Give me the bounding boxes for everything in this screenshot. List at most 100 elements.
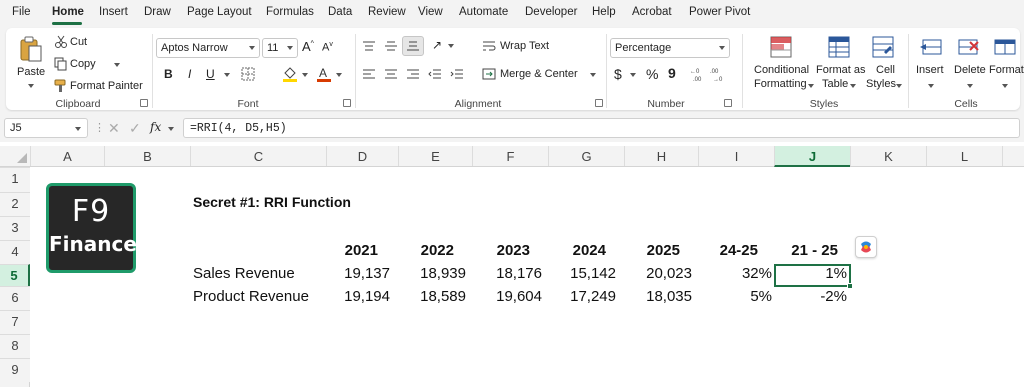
chevron-down-icon[interactable] — [168, 127, 174, 131]
header-2023[interactable]: 2023 — [472, 242, 530, 259]
quick-analysis-button[interactable] — [855, 236, 877, 258]
currency-dropdown-icon[interactable] — [630, 73, 636, 77]
clipboard-launcher-icon[interactable] — [140, 99, 148, 107]
tab-acrobat[interactable]: Acrobat — [632, 6, 672, 18]
row-header-8[interactable]: 8 — [0, 334, 30, 358]
tab-page-layout[interactable]: Page Layout — [187, 6, 252, 18]
cut-button[interactable]: Cut — [70, 36, 87, 48]
column-header-j[interactable]: J — [774, 146, 850, 167]
tab-formulas[interactable]: Formulas — [266, 6, 314, 18]
row-header-9[interactable]: 9 — [0, 358, 30, 382]
orientation-icon[interactable]: ↗ — [432, 38, 442, 52]
tab-power-pivot[interactable]: Power Pivot — [689, 6, 750, 18]
header-2022[interactable]: 2022 — [398, 242, 454, 259]
font-launcher-icon[interactable] — [343, 99, 351, 107]
header-21-25[interactable]: 21 - 25 — [774, 242, 838, 259]
column-header-k[interactable]: K — [850, 146, 926, 166]
cell-d6[interactable]: 19,194 — [326, 288, 390, 305]
cell-f5[interactable]: 18,176 — [472, 265, 542, 282]
enter-icon[interactable]: ✓ — [129, 120, 141, 137]
column-header-b[interactable]: B — [104, 146, 190, 166]
column-header-e[interactable]: E — [398, 146, 472, 166]
increase-font-size-icon[interactable]: A^ — [302, 39, 314, 54]
underline-dropdown-icon[interactable] — [224, 73, 230, 77]
align-bottom-button[interactable] — [402, 36, 424, 56]
cell-e5[interactable]: 18,939 — [398, 265, 466, 282]
tab-insert[interactable]: Insert — [99, 6, 128, 18]
increase-indent-icon[interactable] — [450, 68, 464, 80]
cell-i5[interactable]: 32% — [698, 265, 772, 282]
alignment-launcher-icon[interactable] — [595, 99, 603, 107]
percent-style-button[interactable]: % — [646, 66, 658, 82]
format-as-table-button[interactable]: Format as Table — [816, 32, 866, 94]
align-center-icon[interactable] — [384, 68, 398, 80]
name-box[interactable]: J5 — [4, 118, 88, 138]
column-header-h[interactable]: H — [624, 146, 698, 166]
align-middle-icon[interactable] — [384, 40, 398, 52]
cancel-icon[interactable]: ✕ — [108, 120, 120, 137]
sheet-title[interactable]: Secret #1: RRI Function — [193, 194, 351, 210]
tab-data[interactable]: Data — [328, 6, 352, 18]
font-color-dropdown-icon[interactable] — [336, 73, 342, 77]
tab-help[interactable]: Help — [592, 6, 616, 18]
wrap-text-button[interactable]: Wrap Text — [500, 40, 549, 52]
currency-format-button[interactable]: $ — [614, 66, 622, 82]
more-options-icon[interactable]: ⋮ — [94, 121, 105, 134]
copy-button[interactable]: Copy — [70, 58, 96, 70]
comma-style-button[interactable]: 9 — [668, 65, 676, 81]
tab-review[interactable]: Review — [368, 6, 406, 18]
borders-icon[interactable] — [240, 66, 256, 82]
tab-home[interactable]: Home — [52, 6, 84, 18]
decrease-decimal-icon[interactable]: .00→0 — [710, 66, 726, 82]
cell-d5[interactable]: 19,137 — [326, 265, 390, 282]
number-format-select[interactable]: Percentage — [610, 38, 730, 58]
cell-h5[interactable]: 20,023 — [624, 265, 692, 282]
align-top-icon[interactable] — [362, 40, 376, 52]
align-right-icon[interactable] — [406, 68, 420, 80]
header-2024[interactable]: 2024 — [548, 242, 606, 259]
column-header-a[interactable]: A — [30, 146, 104, 166]
tab-draw[interactable]: Draw — [144, 6, 171, 18]
cell-g5[interactable]: 15,142 — [548, 265, 616, 282]
fill-handle[interactable] — [847, 283, 853, 289]
cell-styles-button[interactable]: Cell Styles — [862, 32, 904, 94]
column-header-d[interactable]: D — [326, 146, 398, 166]
formula-input[interactable]: =RRI(4, D5,H5) — [183, 118, 1020, 138]
cell-h6[interactable]: 18,035 — [624, 288, 692, 305]
format-cells-button[interactable]: Format — [988, 32, 1024, 94]
italic-button[interactable]: I — [188, 67, 191, 81]
fill-color-dropdown-icon[interactable] — [302, 73, 308, 77]
conditional-formatting-button[interactable]: Conditional Formatting — [746, 32, 816, 94]
cell-j6[interactable]: -2% — [774, 288, 847, 305]
delete-cells-button[interactable]: Delete — [952, 32, 988, 94]
row-label-sales-revenue[interactable]: Sales Revenue — [193, 265, 295, 282]
cell-e6[interactable]: 18,589 — [398, 288, 466, 305]
f9-finance-logo[interactable]: F9 Finance — [46, 183, 137, 273]
row-header-4[interactable]: 4 — [0, 240, 30, 264]
row-header-6[interactable]: 6 — [0, 286, 30, 310]
orientation-dropdown-icon[interactable] — [448, 44, 454, 48]
column-header-c[interactable]: C — [190, 146, 326, 166]
decrease-indent-icon[interactable] — [428, 68, 442, 80]
tab-automate[interactable]: Automate — [459, 6, 508, 18]
tab-developer[interactable]: Developer — [525, 6, 577, 18]
number-launcher-icon[interactable] — [724, 99, 732, 107]
insert-cells-button[interactable]: Insert — [910, 32, 950, 94]
column-header-g[interactable]: G — [548, 146, 624, 166]
merge-dropdown-icon[interactable] — [590, 73, 596, 77]
header-2025[interactable]: 2025 — [624, 242, 680, 259]
font-size-select[interactable]: 11 — [262, 38, 298, 58]
paste-button[interactable]: Paste — [14, 34, 48, 92]
fill-color-icon[interactable] — [282, 65, 298, 83]
select-all-corner[interactable] — [0, 146, 30, 166]
font-name-select[interactable]: Aptos Narrow — [156, 38, 260, 58]
cell-g6[interactable]: 17,249 — [548, 288, 616, 305]
tab-view[interactable]: View — [418, 6, 443, 18]
header-24-25[interactable]: 24-25 — [698, 242, 758, 259]
font-color-icon[interactable]: A — [316, 65, 332, 83]
row-header-2[interactable]: 2 — [0, 192, 30, 216]
merge-center-button[interactable]: Merge & Center — [500, 68, 578, 80]
cell-f6[interactable]: 19,604 — [472, 288, 542, 305]
copy-dropdown-icon[interactable] — [114, 63, 120, 67]
row-header-3[interactable]: 3 — [0, 216, 30, 240]
